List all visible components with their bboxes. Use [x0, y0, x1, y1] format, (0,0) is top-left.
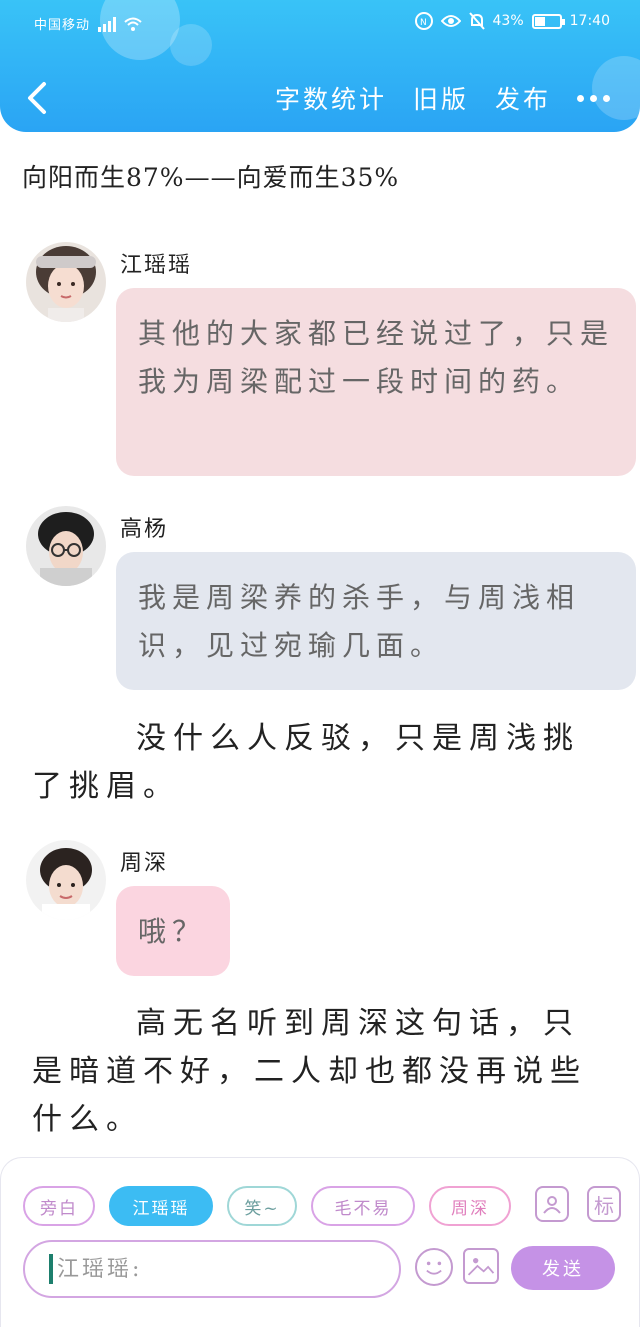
eye-icon — [440, 15, 461, 27]
message-input[interactable] — [57, 1256, 357, 1282]
more-options-icon[interactable] — [577, 94, 610, 102]
avatar-jiang-yaoyao[interactable] — [26, 242, 106, 322]
battery-level-fill — [534, 16, 545, 26]
clock: 17:40 — [569, 13, 610, 29]
emoji-icon[interactable] — [415, 1248, 453, 1286]
message-bubble[interactable]: 我是周梁养的杀手，与周浅相识，见过宛瑜几面。 — [116, 552, 636, 690]
status-bar: 中国移动 N 43% 17:40 — [0, 8, 640, 38]
role-chip-jiang-yaoyao[interactable]: 江瑶瑶 — [109, 1186, 213, 1226]
text-caret — [49, 1254, 53, 1284]
role-chip-narrator[interactable]: 旁白 — [23, 1186, 95, 1226]
message-bubble[interactable]: 其他的大家都已经说过了，只是我为周梁配过一段时间的药。 — [116, 288, 636, 476]
role-chip-laugh[interactable]: 笑~ — [227, 1186, 297, 1226]
story-title: 向阳而生87%——向爱而生35% — [22, 163, 400, 192]
top-header: 中国移动 N 43% 17:40 字数统计 旧版 发布 — [0, 0, 640, 132]
publish-button[interactable]: 发布 — [495, 80, 551, 116]
speaker-name: 江瑶瑶 — [120, 253, 193, 278]
character-manage-icon[interactable] — [535, 1186, 569, 1222]
back-arrow-icon[interactable] — [20, 78, 54, 118]
speaker-name: 周深 — [120, 851, 169, 876]
role-chip-mao-buyi[interactable]: 毛不易 — [311, 1186, 415, 1226]
speaker-name: 高杨 — [120, 517, 169, 542]
avatar-zhou-shen[interactable] — [26, 840, 106, 920]
nfc-icon: N — [414, 12, 433, 30]
avatar-gao-yang[interactable] — [26, 506, 106, 586]
mute-bell-icon — [468, 12, 485, 30]
compose-toolbar: 旁白 江瑶瑶 笑~ 毛不易 周深 标 发送 — [0, 1157, 640, 1327]
image-icon[interactable] — [463, 1248, 499, 1284]
message-input-field[interactable] — [23, 1240, 401, 1298]
wifi-icon — [124, 17, 142, 31]
carrier-label: 中国移动 — [34, 18, 91, 33]
signal-icon — [98, 16, 117, 32]
tag-button[interactable]: 标 — [587, 1186, 621, 1222]
battery-percent: 43% — [492, 13, 524, 29]
narration-text: 没什么人反驳，只是周浅挑了挑眉。 — [32, 721, 580, 804]
old-version-button[interactable]: 旧版 — [413, 80, 469, 116]
svg-text:N: N — [420, 18, 427, 28]
send-button[interactable]: 发送 — [511, 1246, 615, 1290]
narration-text: 高无名听到周深这句话，只是暗道不好，二人却也都没再说些什么。 — [32, 1006, 587, 1137]
header-actions: 字数统计 旧版 发布 — [275, 80, 610, 116]
role-chip-zhou-shen[interactable]: 周深 — [429, 1186, 511, 1226]
battery-icon — [531, 13, 565, 29]
word-count-button[interactable]: 字数统计 — [275, 80, 387, 116]
message-bubble[interactable]: 哦？ — [116, 886, 230, 976]
